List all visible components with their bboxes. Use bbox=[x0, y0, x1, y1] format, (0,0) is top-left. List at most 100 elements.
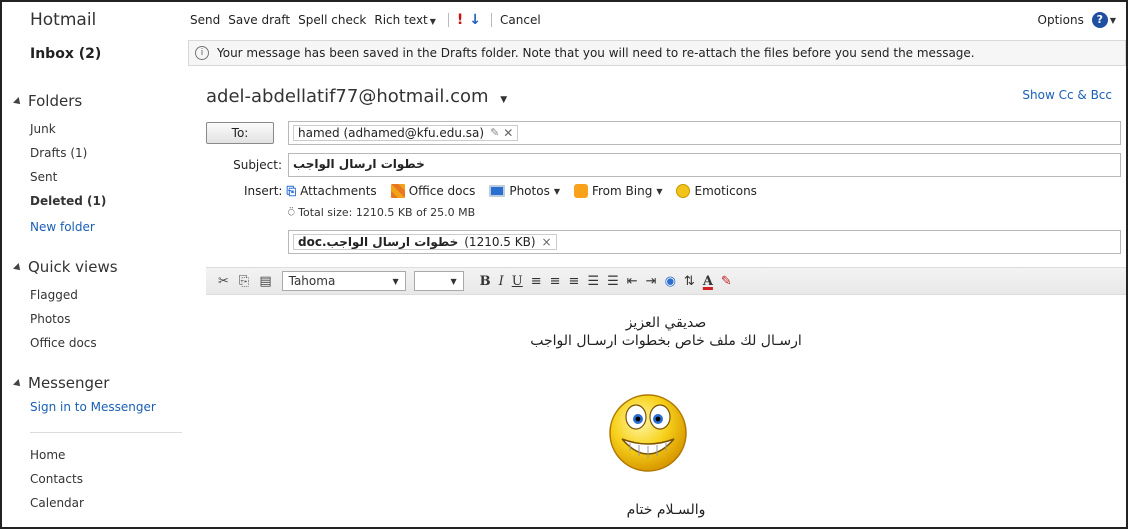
options-button[interactable]: Options bbox=[1038, 13, 1084, 27]
sidebar-item-deleted[interactable]: Deleted (1) bbox=[30, 194, 106, 208]
sidebar-item-home[interactable]: Home bbox=[30, 448, 65, 462]
save-draft-button[interactable]: Save draft bbox=[228, 13, 290, 27]
rich-text-dropdown[interactable]: Rich text ▼ bbox=[374, 13, 436, 27]
collapse-triangle-icon bbox=[13, 379, 23, 389]
italic-button[interactable]: I bbox=[499, 274, 504, 289]
quick-views-header[interactable]: Quick views bbox=[13, 258, 118, 276]
paperclip-icon: ⍥ bbox=[288, 206, 299, 219]
font-size-select[interactable]: ▼ bbox=[413, 271, 464, 291]
recipient-chip[interactable]: hamed (adhamed@kfu.edu.sa) ✎ ✕ bbox=[293, 125, 519, 141]
caret-down-icon: ▼ bbox=[656, 186, 663, 196]
from-account-selector[interactable]: adel-abdellatif77@hotmail.com ▼ bbox=[206, 86, 507, 107]
draft-saved-notice: i Your message has been saved in the Dra… bbox=[188, 40, 1126, 66]
subject-input[interactable]: خطوات ارسال الواجب bbox=[288, 153, 1121, 177]
edit-pencil-icon[interactable]: ✎ bbox=[490, 126, 499, 140]
notice-text: Your message has been saved in the Draft… bbox=[217, 46, 975, 60]
folders-header-label: Folders bbox=[28, 92, 83, 110]
align-center-icon[interactable]: ≡ bbox=[550, 274, 561, 289]
sidebar: Hotmail Inbox (2) Folders Junk Drafts (1… bbox=[2, 2, 188, 527]
format-toolbar: ✂ ⎘ ▤ Tahoma ▼ ▼ B I U ≡ ≡ ≡ ☰ ☰ ⇤ ⇥ ◉ ⇅… bbox=[206, 267, 1126, 295]
caret-down-icon: ▼ bbox=[553, 186, 560, 196]
send-button[interactable]: Send bbox=[190, 13, 220, 27]
quick-views-header-label: Quick views bbox=[28, 258, 118, 276]
compose-pane: Send Save draft Spell check Rich text ▼ !… bbox=[188, 2, 1126, 527]
remove-attachment-icon[interactable]: × bbox=[542, 235, 552, 249]
cancel-button[interactable]: Cancel bbox=[500, 13, 541, 27]
font-family-select[interactable]: Tahoma ▼ bbox=[281, 271, 406, 291]
bold-button[interactable]: B bbox=[480, 274, 491, 289]
align-right-icon[interactable]: ≡ bbox=[569, 274, 580, 289]
caret-down-icon: ▼ bbox=[500, 95, 508, 105]
font-color-icon[interactable]: A bbox=[703, 274, 713, 289]
attachments-button[interactable]: ⎘ Attachments bbox=[286, 184, 376, 198]
photos-label: Photos bbox=[509, 184, 550, 198]
insert-link-icon[interactable]: ◉ bbox=[665, 274, 676, 289]
subject-label: Subject: bbox=[233, 158, 282, 172]
decrease-indent-icon[interactable]: ⇤ bbox=[627, 274, 638, 289]
remove-recipient-icon[interactable]: ✕ bbox=[503, 126, 513, 140]
rich-text-label: Rich text bbox=[374, 13, 428, 27]
emoticons-button[interactable]: Emoticons bbox=[676, 184, 757, 198]
low-importance-icon[interactable]: ↓ bbox=[469, 12, 481, 28]
show-cc-bcc-link[interactable]: Show Cc & Bcc bbox=[1022, 88, 1112, 102]
sidebar-item-junk[interactable]: Junk bbox=[30, 122, 56, 136]
collapse-triangle-icon bbox=[13, 97, 23, 107]
grinning-smiley-icon bbox=[609, 394, 687, 472]
body-line-3[interactable]: والسـلام ختام bbox=[206, 502, 1126, 518]
sidebar-item-contacts[interactable]: Contacts bbox=[30, 472, 83, 486]
sidebar-item-office-docs[interactable]: Office docs bbox=[30, 336, 97, 350]
attachments-label: Attachments bbox=[300, 184, 377, 198]
emoticon-icon bbox=[676, 184, 691, 198]
folders-header[interactable]: Folders bbox=[13, 92, 83, 110]
increase-indent-icon[interactable]: ⇥ bbox=[646, 274, 657, 289]
toolbar-separator bbox=[447, 13, 449, 27]
direction-icon[interactable]: ⇅ bbox=[684, 274, 695, 289]
cut-icon[interactable]: ✂ bbox=[218, 274, 229, 289]
new-folder-link[interactable]: New folder bbox=[30, 220, 95, 234]
spell-check-button[interactable]: Spell check bbox=[298, 13, 366, 27]
sidebar-item-sent[interactable]: Sent bbox=[30, 170, 57, 184]
caret-down-icon: ▼ bbox=[450, 276, 457, 286]
copy-icon[interactable]: ⎘ bbox=[239, 274, 249, 289]
attachment-size: (1210.5 KB) bbox=[464, 235, 536, 249]
total-size-text: Total size: 1210.5 KB of 25.0 MB bbox=[298, 206, 476, 219]
brand-logo[interactable]: Hotmail bbox=[30, 10, 96, 30]
compose-toolbar: Send Save draft Spell check Rich text ▼ !… bbox=[188, 2, 1126, 38]
messenger-header[interactable]: Messenger bbox=[13, 374, 110, 392]
toolbar-right: Options ? ▼ bbox=[1038, 12, 1116, 28]
high-importance-icon[interactable]: ! bbox=[457, 12, 463, 28]
to-field[interactable]: hamed (adhamed@kfu.edu.sa) ✎ ✕ bbox=[288, 121, 1121, 145]
insert-label: Insert: bbox=[244, 184, 283, 198]
bullet-list-icon[interactable]: ☰ bbox=[607, 274, 619, 289]
photo-icon bbox=[489, 185, 506, 197]
office-docs-button[interactable]: Office docs bbox=[390, 184, 476, 198]
photos-button[interactable]: Photos ▼ bbox=[489, 184, 560, 198]
sidebar-item-photos[interactable]: Photos bbox=[30, 312, 70, 326]
subject-value: خطوات ارسال الواجب bbox=[293, 157, 425, 171]
underline-button[interactable]: U bbox=[512, 274, 523, 289]
attachment-chip[interactable]: خطوات ارسال الواجب.doc (1210.5 KB) × bbox=[293, 234, 557, 250]
to-button[interactable]: To: bbox=[206, 122, 274, 144]
messenger-header-label: Messenger bbox=[28, 374, 110, 392]
from-address: adel-abdellatif77@hotmail.com bbox=[206, 86, 489, 107]
sidebar-item-drafts[interactable]: Drafts (1) bbox=[30, 146, 87, 160]
recipient-label: hamed (adhamed@kfu.edu.sa) bbox=[298, 126, 485, 140]
caret-down-icon[interactable]: ▼ bbox=[1110, 16, 1116, 25]
from-bing-button[interactable]: From Bing ▼ bbox=[573, 184, 663, 198]
help-icon[interactable]: ? bbox=[1091, 12, 1108, 28]
body-line-2[interactable]: ارسـال لك ملف خاص بخطوات ارسـال الواجب bbox=[206, 333, 1126, 349]
highlight-icon[interactable]: ✎ bbox=[721, 274, 732, 289]
sidebar-item-inbox[interactable]: Inbox (2) bbox=[30, 46, 101, 62]
office-docs-icon bbox=[390, 184, 405, 198]
numbered-list-icon[interactable]: ☰ bbox=[587, 274, 599, 289]
sign-in-messenger-link[interactable]: Sign in to Messenger bbox=[30, 400, 156, 414]
align-left-icon[interactable]: ≡ bbox=[531, 274, 542, 289]
paperclip-icon: ⎘ bbox=[286, 184, 297, 198]
total-size: ⍥ Total size: 1210.5 KB of 25.0 MB bbox=[288, 206, 475, 220]
font-family-value: Tahoma bbox=[288, 274, 336, 288]
sidebar-item-calendar[interactable]: Calendar bbox=[30, 496, 84, 510]
sidebar-item-flagged[interactable]: Flagged bbox=[30, 288, 78, 302]
body-line-1[interactable]: صديقي العزيز bbox=[206, 315, 1126, 331]
office-docs-label: Office docs bbox=[408, 184, 476, 198]
paste-icon[interactable]: ▤ bbox=[259, 274, 271, 289]
